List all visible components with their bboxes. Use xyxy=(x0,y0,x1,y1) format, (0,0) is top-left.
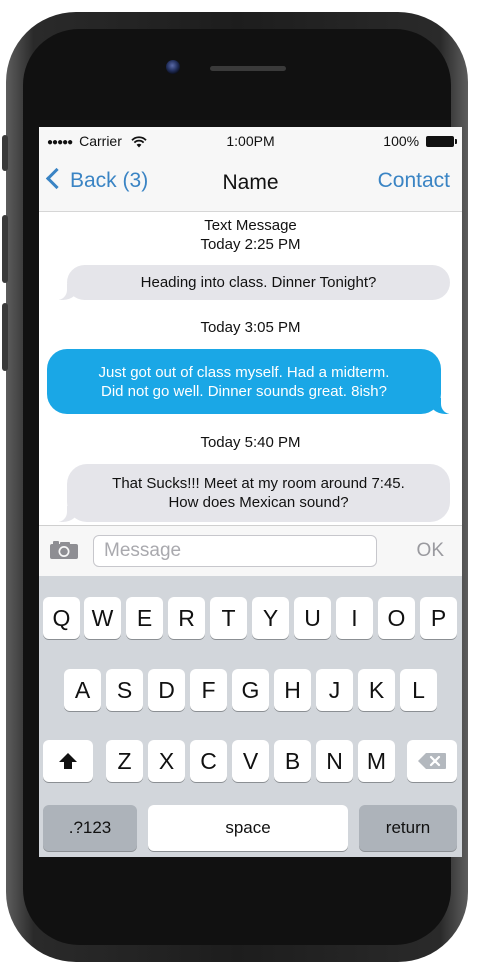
numbers-key[interactable]: .?123 xyxy=(43,805,137,851)
key-o[interactable]: O xyxy=(378,597,415,639)
key-b[interactable]: B xyxy=(274,740,311,782)
key-q[interactable]: Q xyxy=(43,597,80,639)
key-p[interactable]: P xyxy=(420,597,457,639)
key-r[interactable]: R xyxy=(168,597,205,639)
camera-icon[interactable] xyxy=(49,540,79,560)
key-l[interactable]: L xyxy=(400,669,437,711)
status-bar: ●●●●● Carrier 1:00PM 100% xyxy=(39,127,462,155)
shift-arrow-icon xyxy=(59,753,77,769)
key-t[interactable]: T xyxy=(210,597,247,639)
incoming-message-bubble[interactable]: Heading into class. Dinner Tonight? xyxy=(53,265,450,300)
message-timestamp: Today 2:25 PM xyxy=(200,236,301,253)
shift-key[interactable] xyxy=(43,740,93,782)
key-z[interactable]: Z xyxy=(106,740,143,782)
contact-button[interactable]: Contact xyxy=(378,169,450,193)
earpiece-speaker xyxy=(210,66,286,71)
message-text: That Sucks!!! Meet at my room around 7:4… xyxy=(112,474,405,512)
message-timestamp: Today 3:05 PM xyxy=(200,319,301,336)
key-v[interactable]: V xyxy=(232,740,269,782)
volume-up-button xyxy=(2,215,8,283)
keyboard: Q W E R T Y U I O P A S D F G H J K L Z … xyxy=(39,576,462,857)
battery-indicator: 100% xyxy=(383,133,457,149)
navigation-bar: Back (3) Name Contact xyxy=(39,155,462,212)
message-input[interactable] xyxy=(93,535,377,567)
message-text: Heading into class. Dinner Tonight? xyxy=(140,274,377,291)
send-button[interactable]: OK xyxy=(417,540,444,562)
backspace-icon xyxy=(418,753,446,769)
message-text-line: Just got out of class myself. Had a midt… xyxy=(98,363,390,381)
key-c[interactable]: C xyxy=(190,740,227,782)
key-a[interactable]: A xyxy=(64,669,101,711)
battery-icon xyxy=(426,136,457,147)
delete-key[interactable] xyxy=(407,740,457,782)
outgoing-message-bubble[interactable]: Just got out of class myself. Had a midt… xyxy=(47,349,455,414)
thread-header: Text Message xyxy=(204,217,297,234)
phone-screen: ●●●●● Carrier 1:00PM 100% Back (3) Name … xyxy=(39,127,462,857)
message-text-line: That Sucks!!! Meet at my room around 7:4… xyxy=(112,475,405,492)
message-text-line: Did not go well. Dinner sounds great. 8i… xyxy=(100,382,387,400)
message-timestamp: Today 5:40 PM xyxy=(200,434,301,451)
key-y[interactable]: Y xyxy=(252,597,289,639)
compose-bar: OK xyxy=(39,525,462,576)
key-j[interactable]: J xyxy=(316,669,353,711)
key-m[interactable]: M xyxy=(358,740,395,782)
key-n[interactable]: N xyxy=(316,740,353,782)
key-k[interactable]: K xyxy=(358,669,395,711)
incoming-message-bubble[interactable]: That Sucks!!! Meet at my room around 7:4… xyxy=(53,464,450,522)
space-key[interactable]: space xyxy=(148,805,348,851)
battery-percent: 100% xyxy=(383,133,420,149)
message-text: Just got out of class myself. Had a midt… xyxy=(99,363,390,401)
volume-down-button xyxy=(2,303,8,371)
key-d[interactable]: D xyxy=(148,669,185,711)
front-camera xyxy=(166,60,180,74)
message-text-line: How does Mexican sound? xyxy=(168,494,349,511)
message-thread[interactable]: Text Message Today 2:25 PM Heading into … xyxy=(39,212,462,525)
key-s[interactable]: S xyxy=(106,669,143,711)
key-g[interactable]: G xyxy=(232,669,269,711)
key-f[interactable]: F xyxy=(190,669,227,711)
key-x[interactable]: X xyxy=(148,740,185,782)
return-key[interactable]: return xyxy=(359,805,457,851)
key-i[interactable]: I xyxy=(336,597,373,639)
key-w[interactable]: W xyxy=(84,597,121,639)
key-u[interactable]: U xyxy=(294,597,331,639)
mute-switch xyxy=(2,135,8,171)
key-h[interactable]: H xyxy=(274,669,311,711)
key-e[interactable]: E xyxy=(126,597,163,639)
